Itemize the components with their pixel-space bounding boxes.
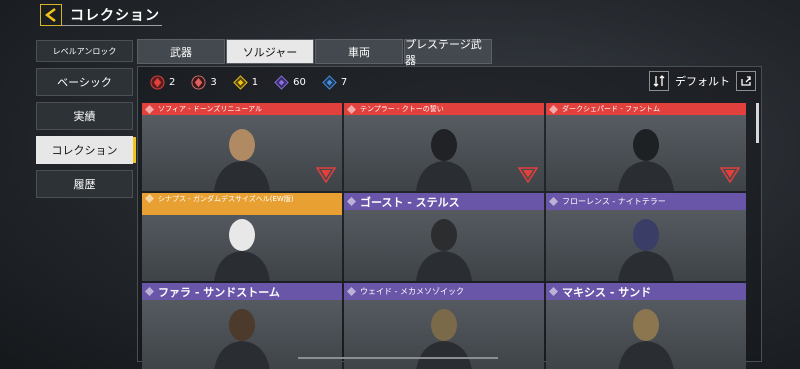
soldier-portrait (214, 129, 270, 191)
soldier-portrait (618, 219, 674, 281)
soldier-portrait (214, 309, 270, 369)
soldier-card[interactable]: テンプラー - クトーの誓い (344, 103, 544, 191)
rarity-gem-icon (549, 287, 558, 296)
mythic-badge-icon (720, 167, 740, 183)
tab-vehicles[interactable]: 車両 (315, 39, 403, 64)
rarity-count-rare: 60 (274, 75, 306, 90)
sidebar-item-basic[interactable]: ベーシック (36, 68, 133, 96)
sort-icon[interactable] (649, 71, 669, 91)
mythic-count: 2 (169, 77, 176, 88)
soldier-card[interactable]: マキシス - サンド (546, 283, 746, 369)
rarity-gem-icon (549, 104, 558, 114)
mythic-badge-icon (518, 167, 538, 183)
soldier-portrait (214, 219, 270, 281)
legendary-gem-icon (191, 75, 206, 90)
rarity-gem-icon (145, 194, 154, 203)
rare-gem-icon (274, 75, 289, 90)
mythic-gem-icon (150, 75, 165, 90)
soldier-card-title: ウェイド - メカメソゾイック (344, 283, 544, 300)
tab-soldiers[interactable]: ソルジャー (226, 39, 314, 64)
rare-count: 60 (293, 77, 306, 88)
back-arrow-icon (45, 8, 56, 22)
mythic-badge-icon (316, 167, 336, 183)
soldier-card-name: ダークシェパード - ファントム (562, 105, 660, 113)
soldier-card-name: マキシス - サンド (562, 285, 652, 299)
soldier-card[interactable]: シナプス - ガンダムデスサイズヘル(EW版) (142, 193, 342, 281)
soldier-card-name: シナプス - ガンダムデスサイズヘル(EW版) (158, 195, 294, 203)
soldier-card-name: ウェイド - メカメソゾイック (360, 287, 464, 296)
soldier-card[interactable]: フローレンス - ナイトテラー (546, 193, 746, 281)
share-icon[interactable] (736, 71, 756, 91)
legendary-count: 3 (210, 77, 217, 88)
sidebar-item-level-unlock[interactable]: レベルアンロック (36, 40, 133, 62)
rarity-gem-icon (347, 287, 356, 296)
horizontal-scrollbar[interactable] (298, 357, 498, 359)
soldier-card-name: ファラ - サンドストーム (158, 285, 280, 299)
soldier-card-title: ゴースト - ステルス (344, 193, 544, 210)
sidebar-item-achievements[interactable]: 実績 (36, 102, 133, 130)
sidebar-item-collection[interactable]: コレクション (36, 136, 136, 164)
soldier-card-name: フローレンス - ナイトテラー (562, 197, 666, 206)
tab-weapons[interactable]: 武器 (137, 39, 225, 64)
soldier-card[interactable]: ダークシェパード - ファントム (546, 103, 746, 191)
uncommon-gem-icon (322, 75, 337, 90)
rarity-count-mythic: 2 (150, 75, 175, 90)
soldier-card-title: ファラ - サンドストーム (142, 283, 342, 300)
soldier-portrait (618, 129, 674, 191)
rarity-gem-icon (145, 287, 154, 296)
collection-panel: 2 3 1 60 7 デフォルト ソフィア - ドーンズリニューアル テンプラー … (137, 66, 762, 369)
soldier-card-name: テンプラー - クトーの誓い (360, 105, 444, 113)
soldier-portrait (618, 309, 674, 369)
soldier-card[interactable]: ソフィア - ドーンズリニューアル (142, 103, 342, 191)
page-title: コレクション (70, 8, 160, 24)
soldier-card-name: ソフィア - ドーンズリニューアル (158, 105, 262, 113)
vertical-scrollbar[interactable] (756, 103, 759, 143)
back-button[interactable] (40, 4, 62, 26)
soldier-card-name: ゴースト - ステルス (360, 195, 460, 209)
header: コレクション (40, 4, 160, 26)
rarity-gem-icon (347, 197, 356, 206)
epic-gem-icon (233, 75, 248, 90)
soldier-card-title: テンプラー - クトーの誓い (344, 103, 544, 115)
rarity-count-legendary: 3 (191, 75, 217, 90)
soldier-card-title: マキシス - サンド (546, 283, 746, 300)
soldier-card-title: ソフィア - ドーンズリニューアル (142, 103, 342, 115)
sidebar-item-history[interactable]: 履歴 (36, 170, 133, 198)
tab-bar: 武器 ソルジャー 車両 プレステージ武器 (137, 38, 493, 67)
soldier-card-title: フローレンス - ナイトテラー (546, 193, 746, 210)
sort-label[interactable]: デフォルト (675, 73, 730, 89)
rarity-gem-icon (145, 104, 154, 114)
soldier-card[interactable]: ゴースト - ステルス (344, 193, 544, 281)
sort-controls: デフォルト (649, 71, 756, 91)
uncommon-count: 7 (340, 77, 348, 88)
soldier-portrait (416, 129, 472, 191)
sidebar: レベルアンロック ベーシック 実績 コレクション 履歴 (36, 40, 136, 204)
soldier-portrait (416, 219, 472, 281)
rarity-count-epic: 1 (233, 75, 258, 90)
rarity-gem-icon (549, 197, 558, 206)
tab-prestige-weapons[interactable]: プレステージ武器 (404, 38, 492, 67)
rarity-count-uncommon: 7 (322, 75, 347, 90)
rarity-counts: 2 3 1 60 7 (150, 75, 363, 90)
soldier-card-title: ダークシェパード - ファントム (546, 103, 746, 115)
rarity-gem-icon (347, 104, 356, 114)
epic-count: 1 (251, 77, 259, 88)
title-underline (62, 25, 162, 26)
